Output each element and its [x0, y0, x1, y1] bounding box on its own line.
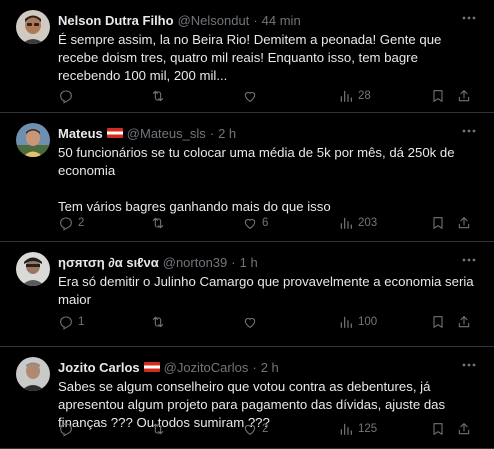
- share-icon: [458, 90, 470, 102]
- tweet[interactable]: ησяτση ∂α ѕιℓνα @norton39 · 1 h Era só d…: [0, 242, 494, 347]
- display-name[interactable]: Mateus: [58, 126, 103, 141]
- bookmark-button[interactable]: [430, 213, 446, 233]
- views-button[interactable]: 203: [338, 213, 377, 233]
- bookmark-icon: [433, 90, 443, 102]
- avatar[interactable]: [16, 123, 50, 157]
- action-bar: 2 125: [58, 419, 480, 439]
- like-button[interactable]: 6: [242, 213, 268, 233]
- reply-count: 2: [78, 217, 85, 229]
- tweet-header: Jozito Carlos @JozitoCarlos · 2 h: [58, 357, 480, 377]
- more-icon[interactable]: [460, 358, 478, 372]
- share-icon: [458, 423, 470, 435]
- display-name[interactable]: Nelson Dutra Filho: [58, 13, 174, 28]
- share-icon: [458, 217, 470, 229]
- reply-icon: [60, 423, 72, 437]
- reply-button[interactable]: [58, 419, 78, 439]
- timeline-feed: Nelson Dutra Filho @Nelsondut · 44 min É…: [0, 0, 494, 449]
- views-count: 125: [358, 423, 378, 435]
- repost-button[interactable]: [150, 86, 170, 106]
- action-bar: 1 100: [58, 312, 480, 332]
- share-button[interactable]: [456, 419, 472, 439]
- separator: ·: [253, 12, 258, 28]
- reply-icon: [60, 316, 72, 330]
- like-icon: [244, 317, 256, 328]
- bookmark-icon: [433, 217, 443, 229]
- timestamp[interactable]: 1 h: [240, 255, 258, 270]
- like-button[interactable]: [242, 312, 262, 332]
- timestamp[interactable]: 2 h: [261, 360, 279, 375]
- bookmark-button[interactable]: [430, 312, 446, 332]
- views-count: 203: [358, 217, 378, 229]
- like-button[interactable]: [242, 86, 262, 106]
- views-icon: [340, 217, 352, 229]
- repost-button[interactable]: [150, 312, 170, 332]
- reply-count: 1: [78, 316, 85, 328]
- repost-icon: [152, 90, 164, 102]
- action-bar: 28: [58, 86, 480, 106]
- like-button[interactable]: 2: [242, 419, 268, 439]
- tweet-text: É sempre assim, la no Beira Rio! Demitem…: [58, 32, 442, 83]
- views-icon: [340, 316, 352, 328]
- repost-icon: [152, 316, 164, 328]
- views-icon: [340, 90, 352, 102]
- avatar[interactable]: [16, 10, 50, 44]
- like-icon: [244, 91, 256, 102]
- flag-icon: [106, 128, 123, 138]
- reply-button[interactable]: 1: [58, 312, 84, 332]
- tweet[interactable]: Jozito Carlos @JozitoCarlos · 2 h Sabes …: [0, 347, 494, 449]
- user-handle[interactable]: @norton39: [163, 255, 228, 270]
- action-bar: 2 6 203: [58, 213, 480, 233]
- tweet[interactable]: Nelson Dutra Filho @Nelsondut · 44 min É…: [0, 0, 494, 113]
- reply-button[interactable]: 2: [58, 213, 84, 233]
- views-count: 28: [358, 90, 371, 102]
- tweet-text: Era só demitir o Julinho Camargo que pro…: [58, 274, 474, 307]
- separator: ·: [231, 254, 236, 270]
- tweet-header: Nelson Dutra Filho @Nelsondut · 44 min: [58, 10, 480, 30]
- user-handle[interactable]: @Mateus_sls: [127, 126, 206, 141]
- display-name[interactable]: Jozito Carlos: [58, 360, 140, 375]
- tweet-header: ησяτση ∂α ѕιℓνα @norton39 · 1 h: [58, 252, 480, 272]
- flag-icon: [143, 362, 160, 372]
- views-button[interactable]: 125: [338, 419, 377, 439]
- repost-icon: [152, 423, 164, 435]
- bookmark-button[interactable]: [430, 86, 446, 106]
- separator: ·: [209, 125, 215, 141]
- like-icon: [244, 218, 256, 229]
- reply-icon: [60, 217, 72, 231]
- reply-icon: [60, 90, 72, 104]
- tweet-header: Mateus @Mateus_sls · 2 h: [58, 123, 480, 143]
- share-button[interactable]: [456, 86, 472, 106]
- more-icon[interactable]: [460, 124, 478, 138]
- tweet-text: 50 funcionários se tu colocar uma média …: [58, 145, 455, 214]
- more-icon[interactable]: [460, 253, 478, 267]
- user-handle[interactable]: @Nelsondut: [178, 13, 250, 28]
- views-button[interactable]: 100: [338, 312, 377, 332]
- tweet[interactable]: Mateus @Mateus_sls · 2 h 50 funcionários…: [0, 113, 494, 242]
- display-name[interactable]: ησяτση ∂α ѕιℓνα: [58, 255, 159, 270]
- bookmark-icon: [433, 316, 443, 328]
- share-button[interactable]: [456, 213, 472, 233]
- timestamp[interactable]: 44 min: [262, 13, 301, 28]
- views-button[interactable]: 28: [338, 86, 371, 106]
- views-count: 100: [358, 316, 378, 328]
- bookmark-button[interactable]: [430, 419, 446, 439]
- more-icon[interactable]: [460, 11, 478, 25]
- avatar[interactable]: [16, 357, 50, 391]
- avatar[interactable]: [16, 252, 50, 286]
- share-icon: [458, 316, 470, 328]
- user-handle[interactable]: @JozitoCarlos: [164, 360, 249, 375]
- separator: ·: [252, 359, 257, 375]
- like-count: 6: [262, 217, 269, 229]
- share-button[interactable]: [456, 312, 472, 332]
- like-count: 2: [262, 423, 269, 435]
- like-icon: [244, 424, 256, 435]
- repost-button[interactable]: [150, 419, 170, 439]
- repost-icon: [152, 217, 164, 229]
- bookmark-icon: [433, 423, 443, 435]
- views-icon: [340, 423, 352, 435]
- timestamp[interactable]: 2 h: [218, 126, 236, 141]
- reply-button[interactable]: [58, 86, 78, 106]
- repost-button[interactable]: [150, 213, 170, 233]
